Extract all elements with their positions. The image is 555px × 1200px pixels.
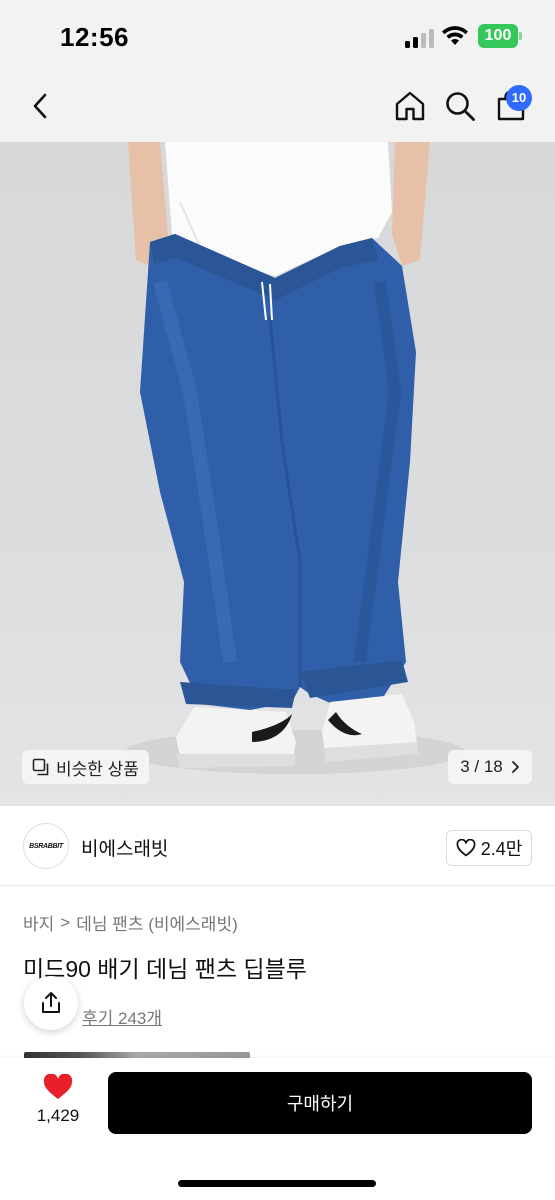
cart-count-badge: 10 (506, 85, 532, 111)
share-icon (42, 992, 60, 1013)
breadcrumb: 바지 > 데님 팬츠 (비에스래빗) (23, 910, 238, 935)
brand-logo-text: BSRABBIT (29, 842, 63, 850)
copy-icon (32, 758, 49, 776)
status-bar: 12:56 100 (0, 0, 555, 72)
review-link[interactable]: 후기 243개 (82, 1004, 162, 1029)
heart-filled-icon (43, 1074, 73, 1099)
wifi-icon (442, 26, 468, 45)
brand-logo[interactable]: BSRABBIT (23, 823, 69, 869)
image-page-counter[interactable]: 3 / 18 (448, 750, 532, 784)
similar-products-label: 비슷한 상품 (56, 759, 139, 779)
home-button[interactable] (388, 84, 432, 128)
product-image[interactable] (0, 142, 555, 806)
product-title: 미드90 배기 데님 팬츠 딥블루 (23, 956, 307, 982)
wishlist-button[interactable]: 1,429 (30, 1074, 86, 1134)
share-button[interactable] (24, 976, 78, 1030)
bottom-purchase-bar: 1,429 구매하기 (0, 1058, 555, 1200)
status-time: 12:56 (60, 22, 129, 52)
breadcrumb-category[interactable]: 바지 (23, 910, 54, 935)
breadcrumb-subcategory[interactable]: 데님 팬츠 (비에스래빗) (76, 910, 238, 935)
heart-outline-icon (456, 839, 476, 857)
top-nav-bar (0, 72, 555, 142)
signal-icon (405, 28, 435, 48)
home-indicator (178, 1180, 376, 1187)
brand-like-count: 2.4만 (480, 839, 523, 859)
brand-like-button[interactable]: 2.4만 (446, 830, 532, 866)
breadcrumb-separator-icon: > (60, 912, 71, 932)
chevron-right-icon (511, 761, 519, 773)
brand-row: BSRABBIT 비에스래빗 2.4만 (0, 806, 555, 886)
product-photo-illustration (125, 142, 465, 774)
image-counter-text: 3 / 18 (460, 757, 503, 776)
brand-name-link[interactable]: 비에스래빗 (81, 834, 168, 861)
wishlist-count: 1,429 (36, 1106, 80, 1125)
chevron-left-icon (33, 93, 47, 119)
back-button[interactable] (18, 84, 62, 128)
search-icon (446, 92, 475, 121)
similar-products-button[interactable]: 비슷한 상품 (22, 750, 149, 784)
home-icon (395, 91, 425, 121)
buy-button[interactable]: 구매하기 (108, 1072, 532, 1134)
search-button[interactable] (438, 84, 482, 128)
battery-indicator: 100 (478, 24, 522, 48)
